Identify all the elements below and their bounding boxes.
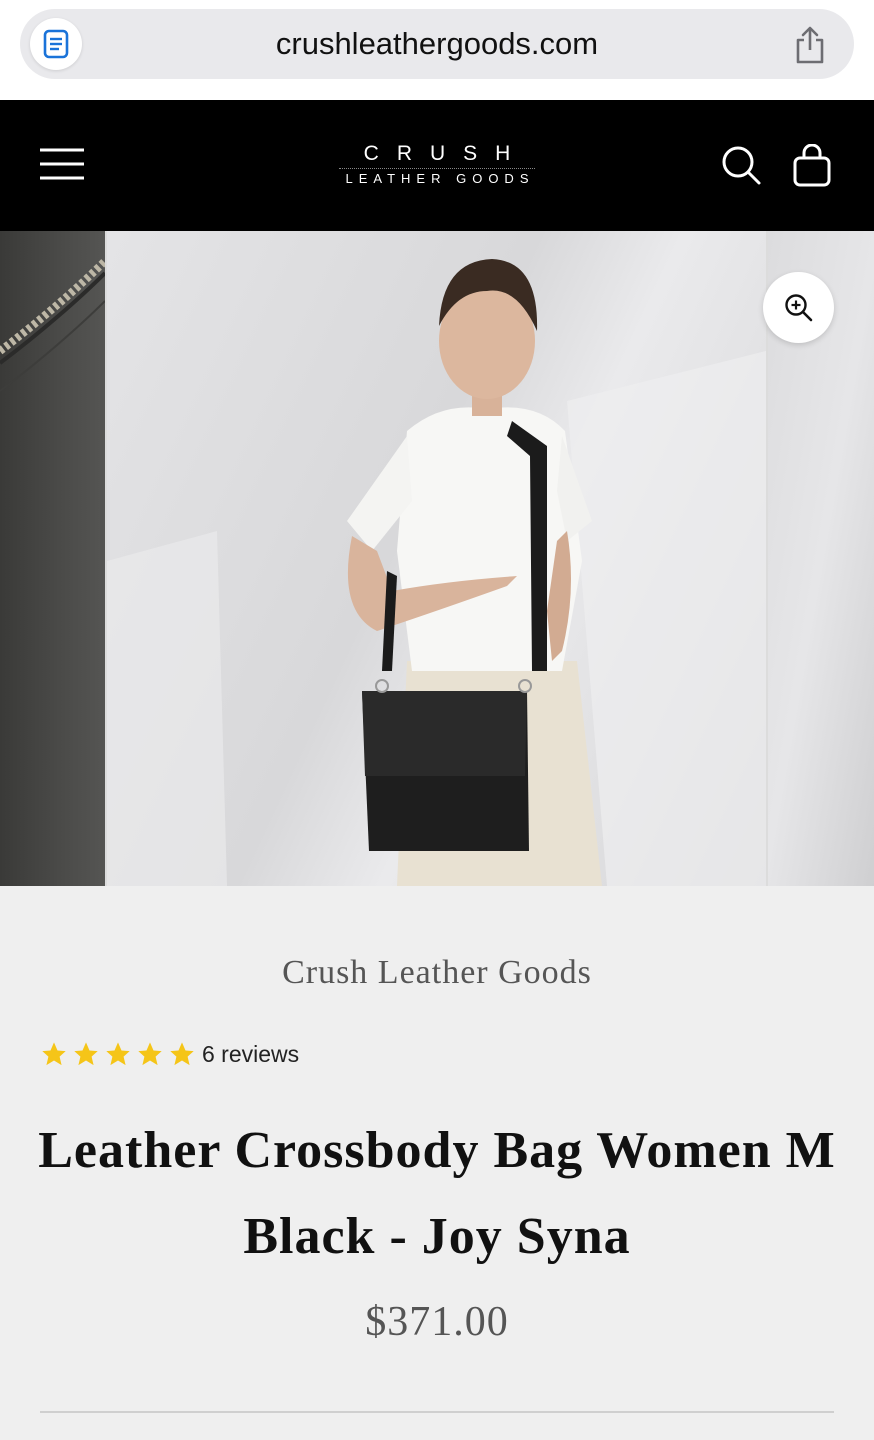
gallery-slide-previous[interactable] bbox=[0, 231, 105, 886]
star-icon bbox=[170, 1042, 194, 1066]
search-button[interactable] bbox=[720, 144, 762, 186]
zoom-button[interactable] bbox=[763, 272, 834, 343]
logo-subtitle: LEATHER GOODS bbox=[339, 168, 535, 188]
search-icon bbox=[722, 146, 761, 185]
star-icon bbox=[106, 1042, 130, 1066]
product-model-image bbox=[107, 259, 766, 886]
product-vendor[interactable]: Crush Leather Goods bbox=[0, 954, 874, 992]
share-icon bbox=[796, 26, 824, 64]
cart-button[interactable] bbox=[792, 143, 832, 188]
zoom-in-icon bbox=[784, 293, 812, 321]
reader-icon bbox=[43, 29, 69, 59]
star-icon bbox=[74, 1042, 98, 1066]
rating-stars bbox=[40, 1040, 196, 1068]
share-button[interactable] bbox=[792, 25, 828, 65]
star-icon bbox=[42, 1042, 66, 1066]
url-text[interactable]: crushleathergoods.com bbox=[20, 9, 854, 79]
product-rating[interactable]: 6 reviews bbox=[40, 1036, 299, 1072]
review-count-link[interactable]: 6 reviews bbox=[202, 1041, 299, 1068]
product-gallery[interactable] bbox=[0, 231, 874, 886]
gallery-slide-main[interactable] bbox=[107, 231, 766, 886]
browser-bar: crushleathergoods.com bbox=[0, 0, 874, 100]
bag-detail-image bbox=[0, 258, 105, 392]
product-price: $371.00 bbox=[365, 1299, 509, 1345]
reader-mode-button[interactable] bbox=[30, 18, 82, 70]
shopping-bag-icon bbox=[793, 143, 831, 187]
product-title: Leather Crossbody Bag Women M Black - Jo… bbox=[38, 1122, 836, 1265]
store-header: CRUSH LEATHER GOODS bbox=[0, 100, 874, 231]
section-divider bbox=[40, 1411, 834, 1413]
star-icon bbox=[138, 1042, 162, 1066]
address-bar[interactable]: crushleathergoods.com bbox=[20, 9, 854, 79]
